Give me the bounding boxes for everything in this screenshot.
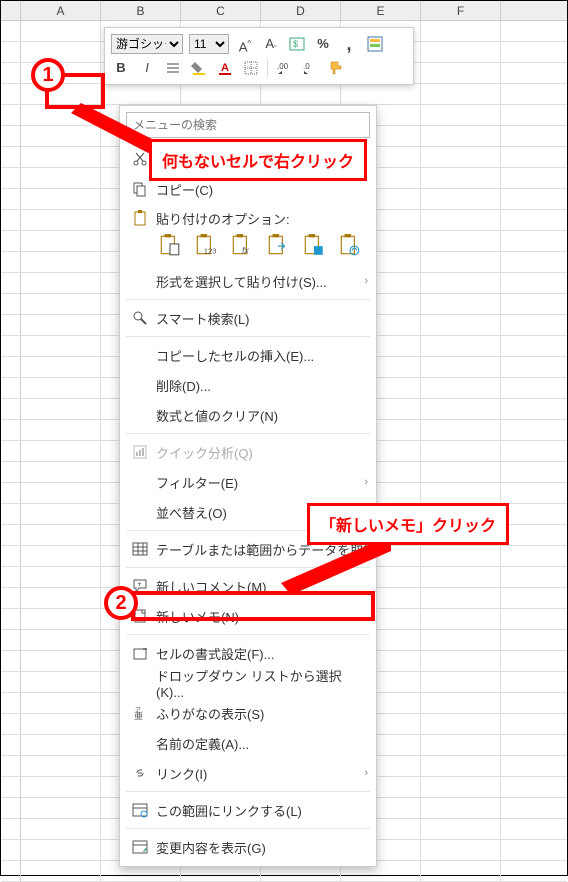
mini-format-toolbar: 游ゴシック 11 A^ Aˇ $ % , B I A .00 xyxy=(104,27,414,85)
col-header-e[interactable]: E xyxy=(341,1,421,20)
svg-text:.00: .00 xyxy=(277,62,289,71)
menu-label: クイック分析(Q) xyxy=(156,443,368,462)
borders-icon[interactable] xyxy=(241,58,261,78)
link-icon xyxy=(128,763,152,783)
annotation-step-1-callout: 何もないセルで右クリック xyxy=(149,139,367,181)
menu-dropdown-pick[interactable]: ドロップダウン リストから選択(K)... xyxy=(120,668,376,698)
phonetic-icon: ア亜 xyxy=(128,703,152,723)
decrease-font-icon[interactable]: Aˇ xyxy=(261,34,281,54)
menu-label: コピー(C) xyxy=(156,180,368,199)
menu-define-name[interactable]: 名前の定義(A)... xyxy=(120,728,376,758)
menu-filter[interactable]: フィルター(E) › xyxy=(120,467,376,497)
svg-text:A: A xyxy=(221,62,229,74)
paste-formatting-icon[interactable] xyxy=(300,230,328,260)
svg-text:亜: 亜 xyxy=(134,711,143,721)
chevron-right-icon: › xyxy=(364,476,368,488)
column-headers: A B C D E F xyxy=(1,1,567,21)
menu-label: 形式を選択して貼り付け(S)... xyxy=(156,272,364,291)
chevron-right-icon: › xyxy=(364,767,368,779)
menu-new-note[interactable]: + 新しいメモ(N) xyxy=(120,601,376,631)
increase-font-icon[interactable]: A^ xyxy=(235,34,255,54)
separator xyxy=(126,433,370,434)
copy-icon xyxy=(128,179,152,199)
menu-label: この範囲にリンクする(L) xyxy=(156,801,368,820)
separator xyxy=(126,299,370,300)
menu-label: ドロップダウン リストから選択(K)... xyxy=(156,666,368,700)
menu-paste-special[interactable]: 形式を選択して貼り付け(S)... › xyxy=(120,266,376,296)
menu-label: 削除(D)... xyxy=(156,376,368,395)
col-header-c[interactable]: C xyxy=(181,1,261,20)
menu-quick-analysis: クイック分析(Q) xyxy=(120,437,376,467)
separator xyxy=(126,336,370,337)
menu-show-changes[interactable]: 変更内容を表示(G) xyxy=(120,832,376,862)
menu-label: リンク(I) xyxy=(156,764,364,783)
annotation-step-2-callout: 「新しいメモ」クリック xyxy=(307,503,509,545)
menu-link-to-range[interactable]: この範囲にリンクする(L) xyxy=(120,795,376,825)
menu-phonetic[interactable]: ア亜 ふりがなの表示(S) xyxy=(120,698,376,728)
svg-text:fx: fx xyxy=(242,246,249,256)
table-icon xyxy=(128,539,152,559)
separator xyxy=(267,59,268,77)
menu-label: セルの書式設定(F)... xyxy=(156,644,368,663)
paste-link-icon[interactable] xyxy=(336,230,364,260)
menu-smart-lookup[interactable]: スマート検索(L) xyxy=(120,303,376,333)
menu-insert-copied[interactable]: コピーしたセルの挿入(E)... xyxy=(120,340,376,370)
format-cells-icon xyxy=(128,643,152,663)
font-color-icon[interactable]: A xyxy=(215,58,235,78)
separator xyxy=(126,828,370,829)
svg-text:$: $ xyxy=(293,39,298,49)
col-header-f[interactable]: F xyxy=(421,1,501,20)
comma-format-icon[interactable]: , xyxy=(339,34,359,54)
quick-analysis-icon xyxy=(128,442,152,462)
menu-label: スマート検索(L) xyxy=(156,309,368,328)
fill-color-icon[interactable] xyxy=(189,58,209,78)
menu-label: 名前の定義(A)... xyxy=(156,734,368,753)
annotation-step-2-badge: 2 xyxy=(104,586,138,620)
paste-options-label: 貼り付けのオプション: xyxy=(156,209,368,228)
col-header-b[interactable]: B xyxy=(101,1,181,20)
menu-link[interactable]: リンク(I) › xyxy=(120,758,376,788)
separator xyxy=(126,791,370,792)
align-icon[interactable] xyxy=(163,58,183,78)
menu-label: コピーしたセルの挿入(E)... xyxy=(156,346,368,365)
conditional-format-icon[interactable] xyxy=(365,34,385,54)
menu-label: ふりがなの表示(S) xyxy=(156,704,368,723)
link-range-icon xyxy=(128,800,152,820)
col-header-a[interactable]: A xyxy=(21,1,101,20)
decrease-decimal-icon[interactable]: .0 xyxy=(300,58,320,78)
annotation-step-1-badge: 1 xyxy=(31,58,65,92)
increase-decimal-icon[interactable]: .00 xyxy=(274,58,294,78)
paste-default-icon[interactable] xyxy=(156,230,184,260)
font-size-select[interactable]: 11 xyxy=(189,34,229,54)
paste-transpose-icon[interactable] xyxy=(264,230,292,260)
font-family-select[interactable]: 游ゴシック xyxy=(111,34,183,54)
accounting-format-icon[interactable]: $ xyxy=(287,34,307,54)
show-changes-icon xyxy=(128,837,152,857)
svg-text:+: + xyxy=(137,580,142,589)
svg-text:123: 123 xyxy=(204,247,217,256)
paste-formulas-icon[interactable]: fx xyxy=(228,230,256,260)
percent-format-icon[interactable]: % xyxy=(313,34,333,54)
svg-text:.0: .0 xyxy=(303,62,310,71)
select-all-corner[interactable] xyxy=(1,1,21,20)
bold-button[interactable]: B xyxy=(111,58,131,78)
separator xyxy=(126,634,370,635)
menu-label: 変更内容を表示(G) xyxy=(156,838,368,857)
format-painter-icon[interactable] xyxy=(326,58,346,78)
paste-options-row: 123 fx xyxy=(120,228,376,266)
menu-format-cells[interactable]: セルの書式設定(F)... xyxy=(120,638,376,668)
chevron-right-icon: › xyxy=(364,275,368,287)
col-header-d[interactable]: D xyxy=(261,1,341,20)
menu-clear[interactable]: 数式と値のクリア(N) xyxy=(120,400,376,430)
menu-label: 新しいメモ(N) xyxy=(156,607,368,626)
menu-label: 数式と値のクリア(N) xyxy=(156,406,368,425)
paste-icon xyxy=(128,208,152,228)
paste-values-icon[interactable]: 123 xyxy=(192,230,220,260)
menu-delete[interactable]: 削除(D)... xyxy=(120,370,376,400)
search-icon xyxy=(128,308,152,328)
italic-button[interactable]: I xyxy=(137,58,157,78)
menu-label: フィルター(E) xyxy=(156,473,364,492)
context-menu: 切り取り(T) コピー(C) 貼り付けのオプション: 123 fx 形式を選択し… xyxy=(119,105,377,867)
